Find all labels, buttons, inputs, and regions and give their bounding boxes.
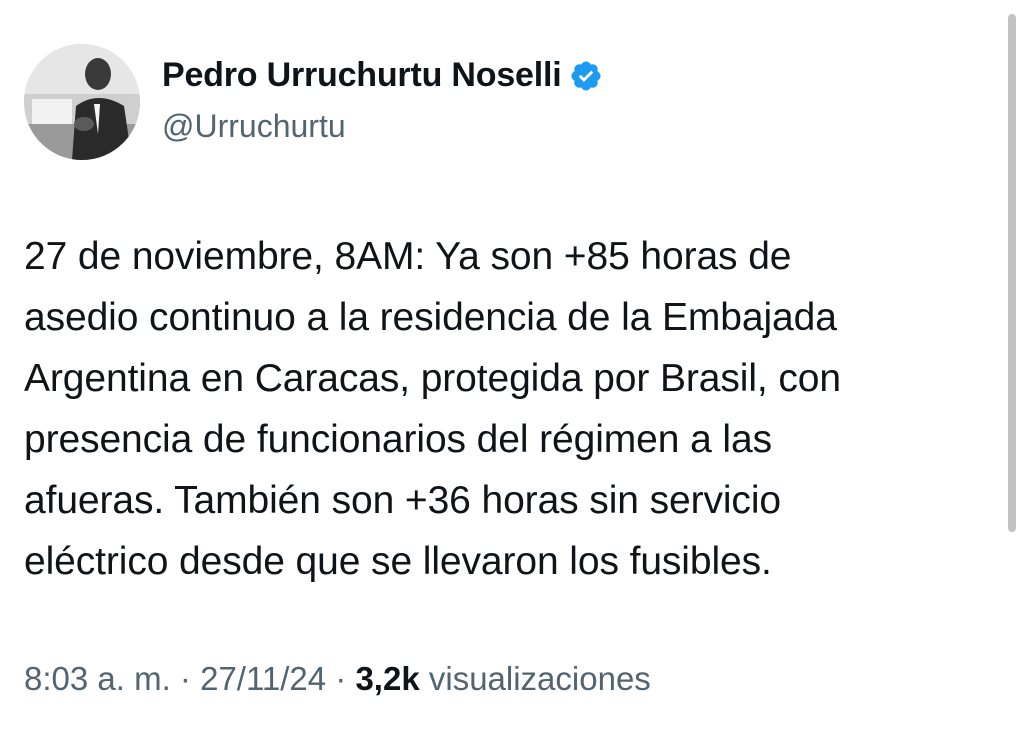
tweet-text-line: asedio continuo a la residencia de la Em…	[24, 296, 837, 339]
tweet-text-line: eléctrico desde que se llevaron los fusi…	[24, 540, 772, 583]
avatar-photo	[24, 44, 140, 160]
tweet-date[interactable]: 27/11/24	[200, 660, 326, 697]
tweet-card: Pedro Urruchurtu Noselli @Urruchurtu 27 …	[0, 0, 1024, 741]
author-name-text[interactable]: Pedro Urruchurtu Noselli	[162, 56, 562, 95]
author-handle[interactable]: @Urruchurtu	[162, 108, 346, 145]
meta-separator: ·	[335, 660, 347, 697]
tweet-meta: 8:03 a. m. · 27/11/24 · 3,2k visualizaci…	[24, 660, 651, 698]
views-count[interactable]: 3,2k	[355, 660, 419, 697]
tweet-text-line: afueras. También son +36 horas sin servi…	[24, 479, 781, 522]
avatar[interactable]	[24, 44, 140, 160]
tweet-text: 27 de noviembre, 8AM: Ya son +85 horas d…	[24, 226, 984, 592]
verified-badge-icon[interactable]	[569, 59, 603, 93]
views-label[interactable]: visualizaciones	[429, 660, 651, 697]
author-name[interactable]: Pedro Urruchurtu Noselli	[162, 56, 603, 95]
tweet-time[interactable]: 8:03 a. m.	[24, 660, 171, 697]
meta-separator: ·	[179, 660, 191, 697]
tweet-text-line: Argentina en Caracas, protegida por Bras…	[24, 357, 841, 400]
scrollbar[interactable]	[1008, 14, 1016, 532]
tweet-text-line: 27 de noviembre, 8AM: Ya son +85 horas d…	[24, 235, 792, 278]
tweet-text-line: presencia de funcionarios del régimen a …	[24, 418, 772, 461]
